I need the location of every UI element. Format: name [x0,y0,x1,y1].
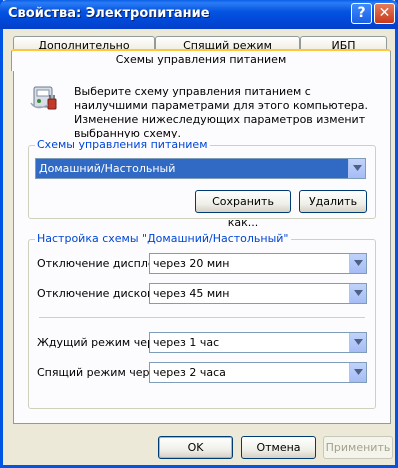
scheme-dropdown-arrow-icon[interactable] [348,159,365,178]
disks-off-label: Отключение дисков: [37,287,158,300]
settings-group-title: Настройка схемы "Домашний/Настольный" [35,232,291,245]
settings-separator [39,317,365,318]
delete-button[interactable]: Удалить [299,190,367,213]
apply-button[interactable]: Применить [323,436,393,459]
monitor-dropdown-arrow-icon[interactable] [349,254,366,273]
power-options-window: Свойства: Электропитание ? ✕ Дополнитель… [0,0,398,468]
save-as-button[interactable]: Сохранить как... [195,190,291,229]
disks-dropdown-arrow-icon[interactable] [349,284,366,303]
ok-button[interactable]: OK [158,436,233,459]
scheme-settings-group: Настройка схемы "Домашний/Настольный" От… [28,232,376,409]
standby-select[interactable]: через 1 час [149,332,367,353]
close-button[interactable]: ✕ [374,3,395,24]
schemes-group-title: Схемы управления питанием [35,138,210,151]
schemes-group: Схемы управления питанием Домашний/Насто… [28,138,376,229]
hibernate-label: Спящий режим через: [37,366,166,379]
hibernate-value: через 2 часа [153,366,226,379]
tab-strip: Дополнительно Спящий режим ИБП Схемы упр… [11,36,391,71]
intro-description: Выберите схему управления питанием с наи… [74,85,369,140]
monitor-off-label: Отключение дисплея: [37,257,165,270]
standby-dropdown-arrow-icon[interactable] [349,333,366,352]
monitor-off-value: через 20 мин [153,257,230,270]
window-title: Свойства: Электропитание [8,6,210,21]
help-button[interactable]: ? [351,3,372,24]
standby-value: через 1 час [153,336,220,349]
cancel-button[interactable]: Отмена [241,436,316,459]
scheme-select[interactable]: Домашний/Настольный [35,158,366,179]
monitor-off-select[interactable]: через 20 мин [149,253,367,274]
tab-panel-power-schemes: Выберите схему управления питанием с наи… [13,56,391,424]
hibernate-dropdown-arrow-icon[interactable] [349,363,366,382]
power-plug-icon [30,86,57,110]
disks-off-select[interactable]: через 45 мин [149,283,367,304]
tab-power-schemes[interactable]: Схемы управления питанием [11,49,391,71]
hibernate-select[interactable]: через 2 часа [149,362,367,383]
scheme-select-value: Домашний/Настольный [39,162,176,175]
disks-off-value: через 45 мин [153,287,230,300]
title-bar[interactable]: Свойства: Электропитание ? ✕ [0,0,398,29]
